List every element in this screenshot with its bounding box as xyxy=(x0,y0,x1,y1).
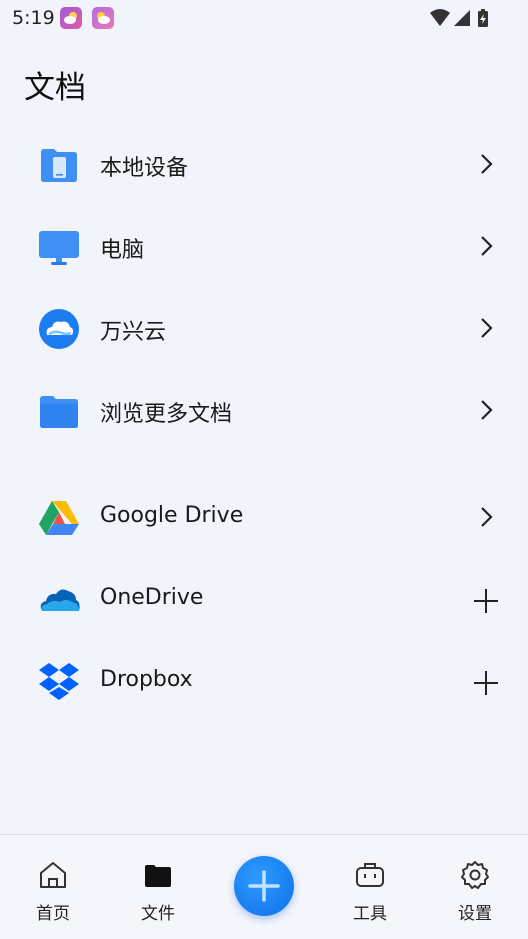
folder-icon xyxy=(145,865,171,887)
status-time: 5:19 xyxy=(12,7,55,29)
battery-icon xyxy=(478,9,488,27)
page-title: 文档 xyxy=(24,70,86,106)
list-item-label: OneDrive xyxy=(100,585,204,610)
wifi-icon xyxy=(430,9,450,26)
chevron-right-icon xyxy=(481,507,493,527)
gear-icon xyxy=(461,861,489,889)
create-fab-button[interactable] xyxy=(234,856,294,916)
weather-notification-icon xyxy=(60,7,82,29)
list-item-dropbox[interactable]: Dropbox xyxy=(0,641,528,723)
list-item-onedrive[interactable]: OneDrive xyxy=(0,559,528,641)
tab-settings[interactable]: 设置 xyxy=(435,835,515,939)
system-status-icons xyxy=(430,9,488,27)
tab-label: 工具 xyxy=(353,904,387,924)
add-icon[interactable] xyxy=(472,669,500,697)
google-drive-icon xyxy=(39,501,79,535)
tab-label: 首页 xyxy=(36,904,70,924)
plus-icon xyxy=(248,870,280,902)
chevron-right-icon xyxy=(481,400,493,420)
cloud-icon xyxy=(39,309,79,349)
chevron-right-icon xyxy=(481,236,493,256)
signal-icon xyxy=(454,10,470,26)
monitor-icon xyxy=(39,231,79,265)
home-icon xyxy=(40,862,66,888)
list-item-computer[interactable]: 电脑 xyxy=(0,206,528,288)
list-item-label: 电脑 xyxy=(100,238,145,263)
list-item-label: 本地设备 xyxy=(100,156,189,181)
tab-label: 设置 xyxy=(458,904,492,924)
list-item-label: Dropbox xyxy=(100,667,193,692)
list-item-label: 浏览更多文档 xyxy=(100,402,233,427)
status-bar: 5:19 xyxy=(0,0,528,36)
tab-home[interactable]: 首页 xyxy=(13,835,93,939)
chevron-right-icon xyxy=(481,318,493,338)
list-item-google-drive[interactable]: Google Drive xyxy=(0,477,528,559)
list-item-label: Google Drive xyxy=(100,503,244,528)
chevron-right-icon xyxy=(481,154,493,174)
list-item-browse-more[interactable]: 浏览更多文档 xyxy=(0,370,528,452)
onedrive-icon xyxy=(40,589,80,611)
list-item-label: 万兴云 xyxy=(100,320,167,345)
list-item-wondershare-cloud[interactable]: 万兴云 xyxy=(0,288,528,370)
toolbox-icon xyxy=(356,863,384,887)
dropbox-icon xyxy=(39,663,79,700)
weather-notification-icon xyxy=(92,7,114,29)
folder-icon xyxy=(40,396,78,428)
add-icon[interactable] xyxy=(472,587,500,615)
tab-label: 文件 xyxy=(141,904,175,924)
tab-tools[interactable]: 工具 xyxy=(330,835,410,939)
list-item-local-device[interactable]: 本地设备 xyxy=(0,124,528,206)
tab-files[interactable]: 文件 xyxy=(118,835,198,939)
phone-folder-icon xyxy=(41,149,77,182)
